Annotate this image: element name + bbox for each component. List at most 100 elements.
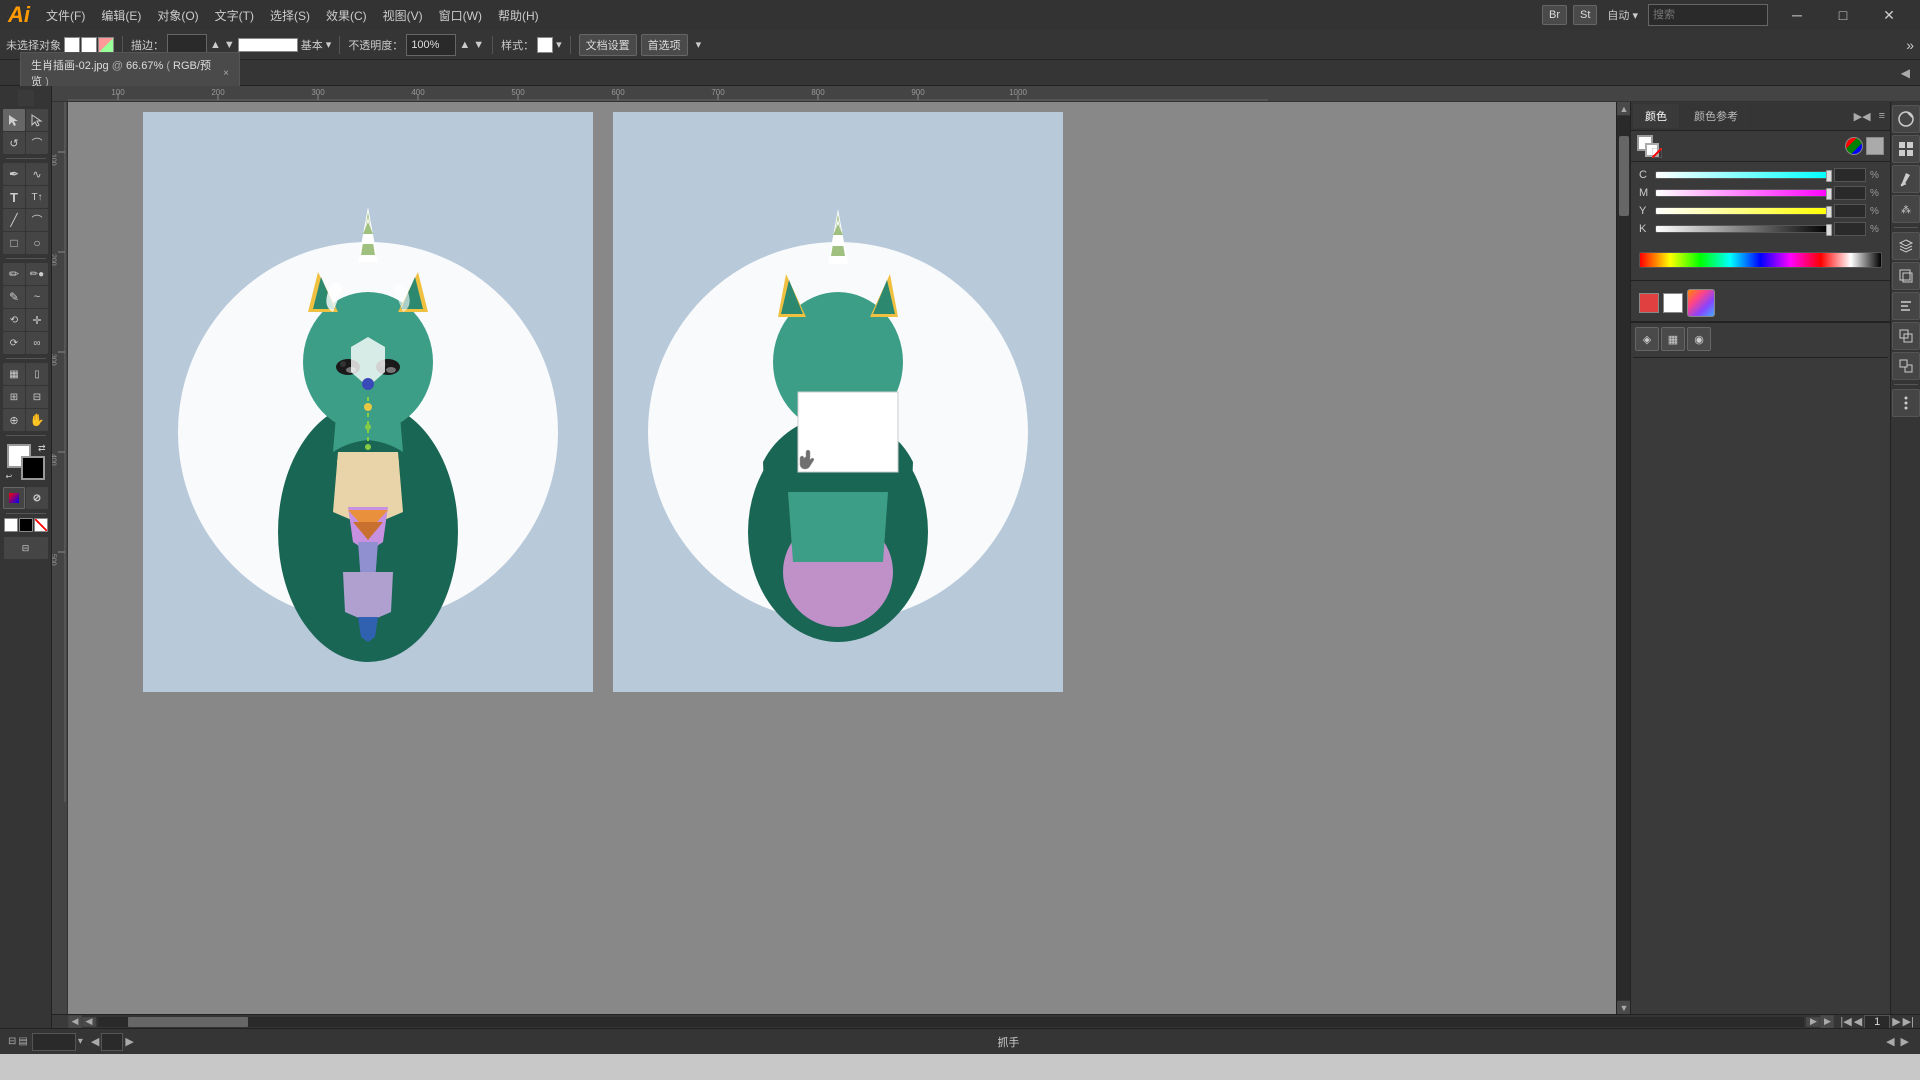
page-nav-next[interactable]: ▶: [1892, 1015, 1900, 1028]
page-nav-last[interactable]: ▶|: [1903, 1015, 1914, 1028]
maximize-btn[interactable]: □: [1820, 0, 1866, 30]
touch-type-tool[interactable]: T↑: [26, 186, 48, 208]
stock-btn[interactable]: St: [1573, 5, 1597, 25]
document-setup-btn[interactable]: 文档设置: [579, 34, 637, 56]
c-slider-track[interactable]: [1655, 171, 1830, 179]
preferences-arrow[interactable]: ▾: [696, 38, 702, 51]
artboard-tool[interactable]: ⊞: [3, 386, 25, 408]
arc-tool[interactable]: ⌒: [26, 209, 48, 231]
swap-colors[interactable]: ⇄: [38, 443, 46, 454]
shape-tool[interactable]: □: [3, 232, 25, 254]
bridge-btn[interactable]: Br: [1542, 5, 1567, 25]
toolbar-expand-icon[interactable]: »: [1906, 37, 1914, 53]
graph-tool[interactable]: ▦: [3, 363, 25, 385]
color-wheel-icon[interactable]: [1845, 137, 1863, 155]
hand-tool[interactable]: ✋: [26, 409, 48, 431]
nav-first-btn[interactable]: ◀: [1883, 1035, 1897, 1048]
swatches-panel-btn[interactable]: ▦: [1661, 327, 1685, 351]
grayscale-icon[interactable]: [1866, 137, 1884, 155]
symbols-icon-btn[interactable]: ⁂: [1892, 195, 1920, 223]
text-tool[interactable]: T: [3, 186, 25, 208]
align-icon-btn[interactable]: [1892, 292, 1920, 320]
zoom-tool[interactable]: ⊕: [3, 409, 25, 431]
zoom-down-btn[interactable]: ▾: [78, 1036, 83, 1047]
status-next-btn[interactable]: ▶: [125, 1035, 133, 1048]
line-tool[interactable]: ╱: [3, 209, 25, 231]
menu-edit[interactable]: 编辑(E): [97, 7, 145, 24]
opacity-input[interactable]: [406, 34, 456, 56]
selection-tool[interactable]: [3, 109, 25, 131]
none-fill-btn[interactable]: [34, 518, 48, 532]
color-tab[interactable]: 颜色: [1633, 104, 1680, 128]
column-graph-tool[interactable]: ▯: [26, 363, 48, 385]
menu-object[interactable]: 对象(O): [153, 7, 202, 24]
hscroll-left2-btn[interactable]: ◀: [82, 1017, 96, 1027]
y-slider-thumb[interactable]: [1826, 206, 1832, 218]
stroke-down-arrow[interactable]: ▼: [224, 39, 235, 51]
vscroll-up-btn[interactable]: ▲: [1617, 102, 1630, 116]
paintbrush-tool[interactable]: ✏: [3, 263, 25, 285]
stroke-fill-indicator[interactable]: [1637, 135, 1659, 157]
stroke-up-arrow[interactable]: ▲: [210, 39, 221, 51]
canvas-area[interactable]: ✝ ✝: [68, 102, 1630, 1014]
pencil-tool[interactable]: ✎: [3, 286, 25, 308]
transform-icon-btn[interactable]: [1892, 352, 1920, 380]
blend-tool[interactable]: ∞: [26, 332, 48, 354]
m-slider-thumb[interactable]: [1826, 188, 1832, 200]
fill-color-box[interactable]: [64, 37, 80, 53]
pen-tool[interactable]: ✒: [3, 163, 25, 185]
minimize-btn[interactable]: ─: [1774, 0, 1820, 30]
close-btn[interactable]: ✕: [1866, 0, 1912, 30]
menu-file[interactable]: 文件(F): [42, 7, 89, 24]
page-nav-prev[interactable]: ◀: [1854, 1015, 1862, 1028]
tab-collapse-btn[interactable]: ◀: [1895, 66, 1916, 80]
panel-menu-btn[interactable]: ≡: [1876, 110, 1888, 123]
zoom-input[interactable]: 66.67%: [32, 1033, 76, 1051]
background-color[interactable]: [21, 456, 45, 480]
blob-brush-tool[interactable]: ✏●: [26, 263, 48, 285]
menu-text[interactable]: 文字(T): [211, 7, 258, 24]
color-mode-btn[interactable]: [3, 487, 25, 509]
white-fill-btn[interactable]: [4, 518, 18, 532]
black-fill-btn[interactable]: [19, 518, 33, 532]
c-slider-thumb[interactable]: [1826, 170, 1832, 182]
red-swatch[interactable]: [1639, 293, 1659, 313]
smooth-tool[interactable]: ~: [26, 286, 48, 308]
draw-inside-btn[interactable]: ⊟: [4, 537, 48, 559]
hscroll-left-btn[interactable]: ◀: [68, 1015, 82, 1029]
rotate-pattern-tool[interactable]: ⟳: [3, 332, 25, 354]
canvas-vscrollbar[interactable]: ▲ ▼: [1616, 102, 1630, 1014]
color-reference-tab[interactable]: 颜色参考: [1682, 104, 1751, 128]
status-prev-btn[interactable]: ◀: [91, 1035, 99, 1048]
hscroll-thumb[interactable]: [128, 1017, 248, 1027]
vscroll-thumb[interactable]: [1619, 136, 1629, 216]
k-slider-thumb[interactable]: [1826, 224, 1832, 236]
brushes-icon-btn[interactable]: [1892, 165, 1920, 193]
vscroll-down-btn[interactable]: ▼: [1617, 1000, 1630, 1014]
page-number-input[interactable]: [1864, 1015, 1890, 1029]
menu-view[interactable]: 视图(V): [379, 7, 427, 24]
hscroll-right2-btn[interactable]: ▶: [1806, 1017, 1820, 1027]
stroke-color-box[interactable]: [81, 37, 97, 53]
nav-last-btn[interactable]: ▶: [1898, 1035, 1912, 1048]
direct-selection-tool[interactable]: [26, 109, 48, 131]
workspace-dropdown[interactable]: 自动 ▾: [1603, 7, 1642, 23]
y-slider-track[interactable]: [1655, 207, 1830, 215]
layers-icon-btn[interactable]: [1892, 232, 1920, 260]
transform-tool[interactable]: ⟲: [3, 309, 25, 331]
opacity-up[interactable]: ▲: [459, 39, 470, 51]
search-input[interactable]: [1648, 4, 1768, 26]
tab-close-btn[interactable]: ×: [223, 68, 229, 79]
bottom-scrollbar[interactable]: ◀ ◀ ▶ ▶ |◀ ◀ ▶ ▶|: [52, 1014, 1920, 1028]
m-value-input[interactable]: 0: [1834, 186, 1866, 200]
rotate-tool[interactable]: ↺: [3, 132, 25, 154]
style-dropdown-arrow[interactable]: ▾: [556, 38, 562, 51]
color-indicator[interactable]: [98, 37, 114, 53]
opacity-down[interactable]: ▼: [473, 39, 484, 51]
panel-expand-arrow[interactable]: ▶◀: [1851, 110, 1874, 123]
menu-help[interactable]: 帮助(H): [494, 7, 543, 24]
puppet-warp-tool[interactable]: ✛: [26, 309, 48, 331]
color-spectrum-bar[interactable]: [1639, 252, 1882, 268]
menu-effects[interactable]: 效果(C): [322, 7, 371, 24]
preferences-btn[interactable]: 首选项: [641, 34, 688, 56]
